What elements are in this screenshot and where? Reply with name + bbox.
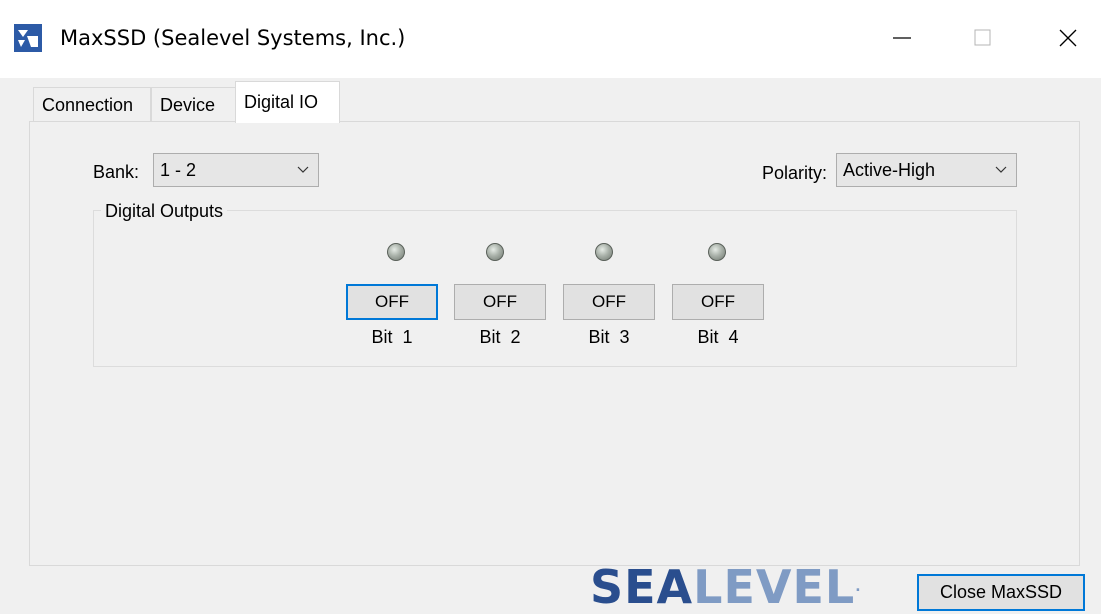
logo-text-sea: SEA <box>590 560 694 614</box>
bit-4-led-indicator <box>708 243 726 261</box>
tab-device[interactable]: Device <box>151 87 237 123</box>
digital-outputs-group <box>93 210 1017 367</box>
polarity-label: Polarity: <box>762 163 828 183</box>
bit-4-label: Bit 4 <box>697 327 739 347</box>
digital-outputs-label: Digital Outputs <box>101 201 228 222</box>
close-icon <box>1059 29 1077 47</box>
tab-digital-io[interactable]: Digital IO <box>235 81 340 123</box>
chevron-down-icon <box>995 166 1007 173</box>
sealevel-logo: SEALEVEL. <box>590 564 862 611</box>
tab-connection[interactable]: Connection <box>33 87 151 123</box>
bank-select-value: 1 - 2 <box>160 160 197 180</box>
polarity-select-value: Active-High <box>843 160 936 180</box>
chevron-down-icon <box>297 166 309 173</box>
logo-text-level: LEVEL <box>693 560 856 614</box>
polarity-select[interactable]: Active-High <box>836 153 1017 187</box>
bit-2-toggle-button[interactable]: OFF <box>454 284 546 320</box>
close-maxssd-button[interactable]: Close MaxSSD <box>917 574 1085 611</box>
bank-label: Bank: <box>93 162 140 182</box>
close-window-button[interactable] <box>1040 0 1098 78</box>
window-title: MaxSSD (Sealevel Systems, Inc.) <box>60 26 406 50</box>
bit-3-led-indicator <box>595 243 613 261</box>
bit-3-toggle-button[interactable]: OFF <box>563 284 655 320</box>
sealevel-app-icon[interactable] <box>14 24 42 52</box>
bit-1-label: Bit 1 <box>371 327 413 347</box>
title-bar: MaxSSD (Sealevel Systems, Inc.) <box>0 0 1101 78</box>
maximize-icon <box>974 29 991 46</box>
bit-4-toggle-button[interactable]: OFF <box>672 284 764 320</box>
bit-2-led-indicator <box>486 243 504 261</box>
minimize-icon <box>893 37 911 39</box>
minimize-button[interactable] <box>874 0 932 78</box>
bit-2-label: Bit 2 <box>479 327 521 347</box>
bit-3-label: Bit 3 <box>588 327 630 347</box>
bit-1-toggle-button[interactable]: OFF <box>346 284 438 320</box>
maximize-button[interactable] <box>954 0 1012 78</box>
bank-select[interactable]: 1 - 2 <box>153 153 319 187</box>
bit-1-led-indicator <box>387 243 405 261</box>
logo-mark: . <box>855 579 862 595</box>
